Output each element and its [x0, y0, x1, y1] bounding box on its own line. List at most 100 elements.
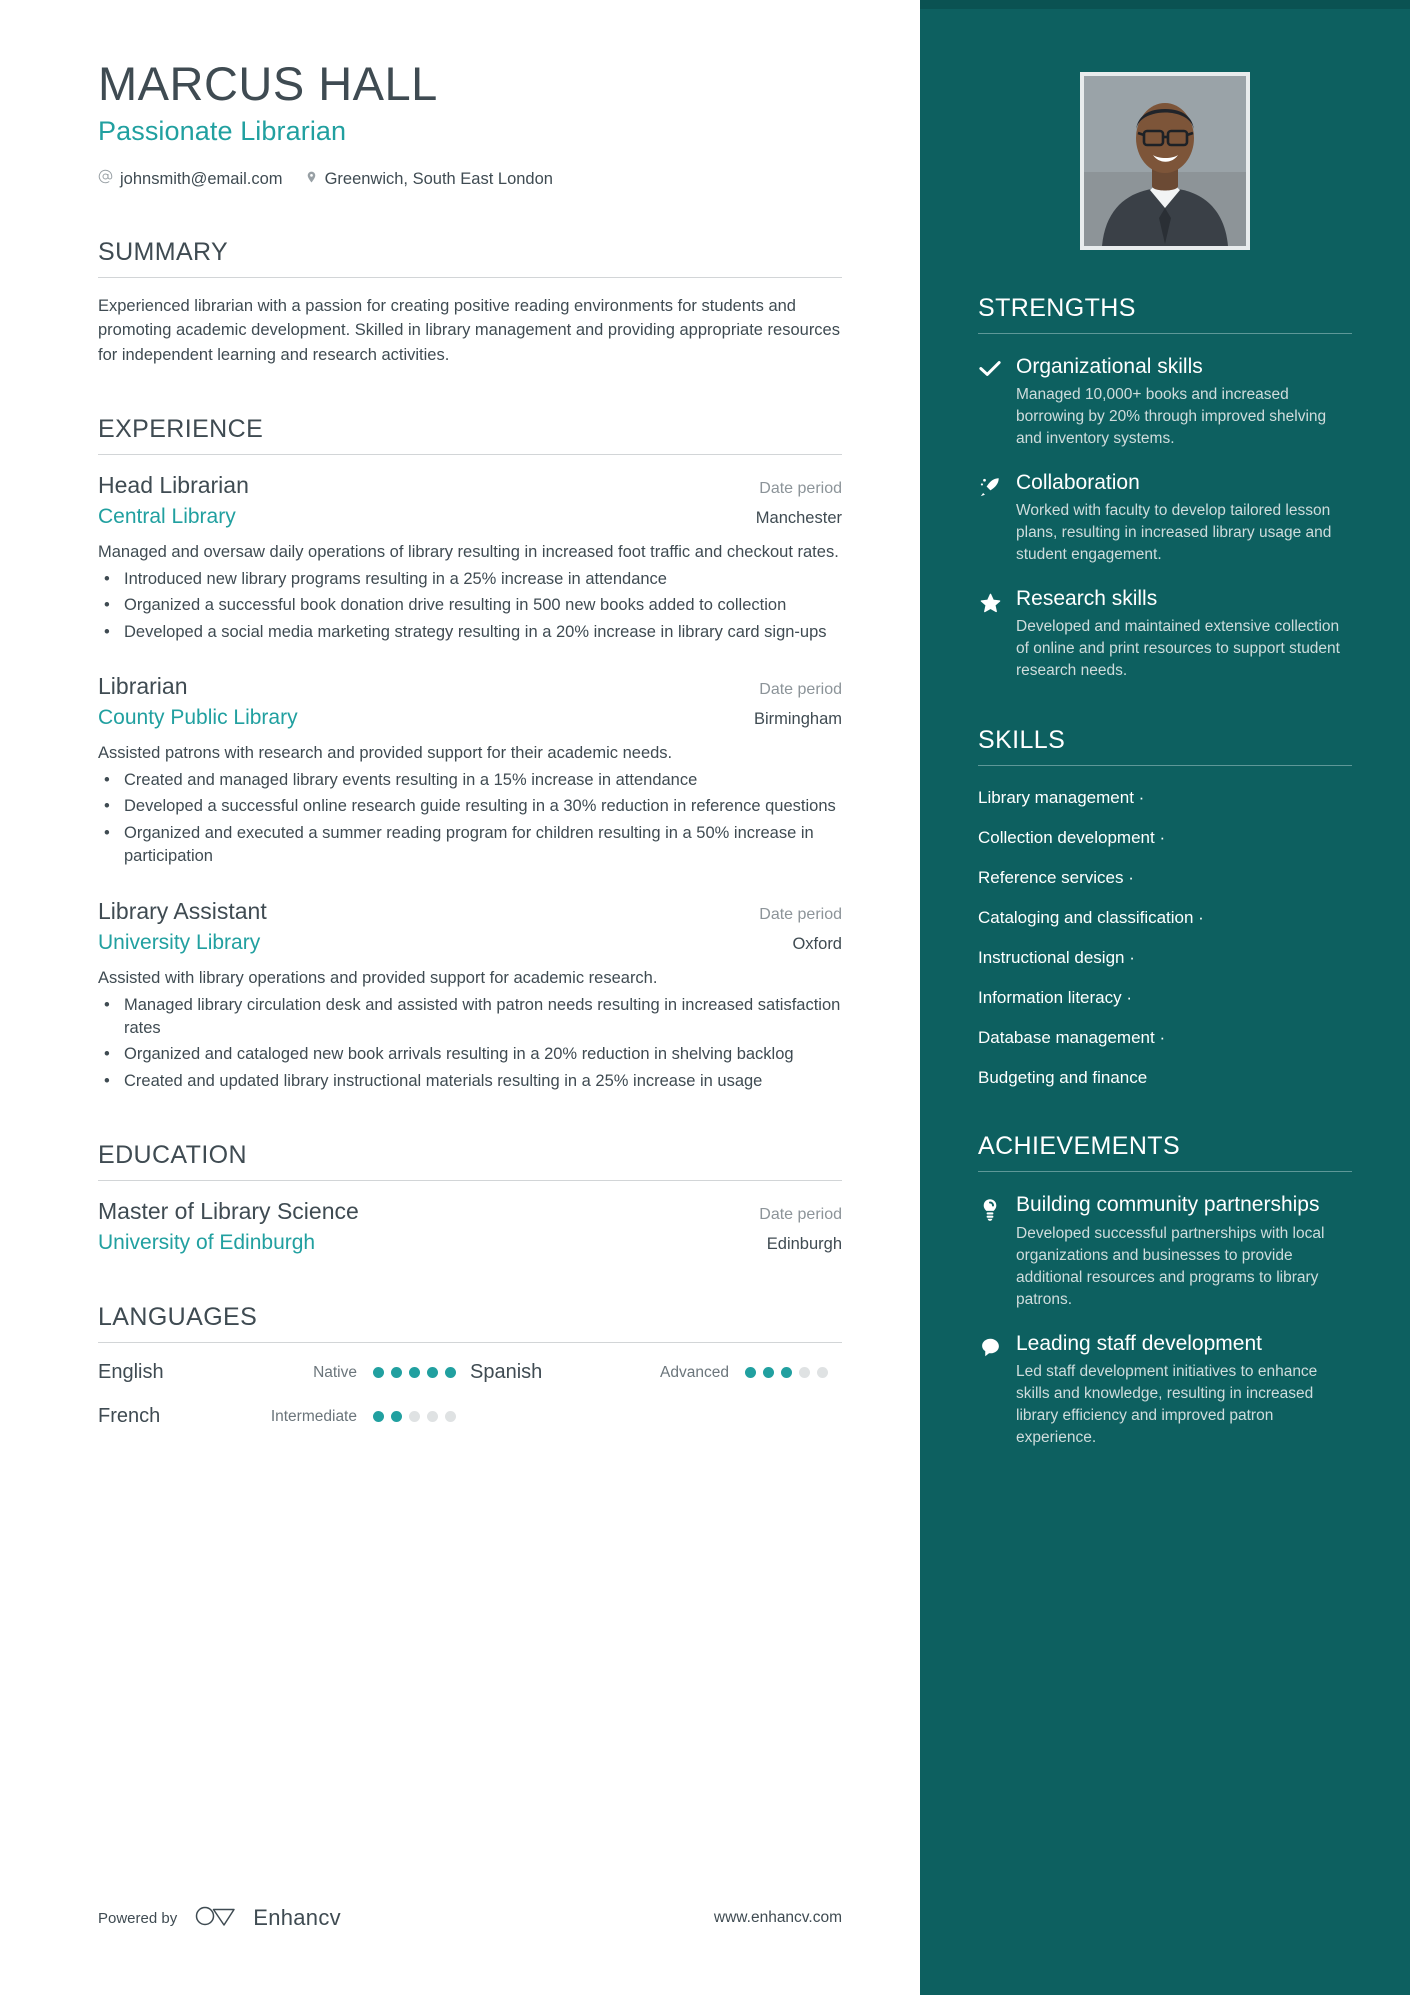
- contact-location: Greenwich, South East London: [305, 169, 553, 190]
- strength-title: Organizational skills: [1016, 355, 1203, 378]
- resume-page: MARCUS HALL Passionate Librarian johnsmi…: [0, 0, 1410, 1995]
- strength-title: Collaboration: [1016, 471, 1140, 495]
- rating-dot: [427, 1367, 438, 1379]
- bullet-item: • Created and managed library events resu…: [98, 769, 842, 792]
- bullet-item: • Organized and cataloged new book arriva…: [98, 1043, 842, 1066]
- section-achievements: ACHIEVEMENTS Building community partners…: [978, 1132, 1352, 1448]
- sidebar-top-accent: [920, 0, 1410, 9]
- entry-date: Date period: [759, 905, 842, 923]
- language-level: Native: [313, 1363, 357, 1381]
- bullet-marker: •: [104, 1045, 110, 1064]
- summary-heading: SUMMARY: [98, 237, 229, 266]
- language-item: Spanish Advanced: [470, 1361, 842, 1384]
- rating-dot: [817, 1367, 828, 1379]
- lightbulb-icon: [978, 1193, 1002, 1310]
- entry-date: Date period: [759, 479, 842, 497]
- languages-heading: LANGUAGES: [98, 1303, 258, 1332]
- entry-description: Assisted with library operations and pro…: [98, 968, 658, 987]
- strength-description: Developed and maintained extensive colle…: [1016, 618, 1340, 680]
- school-name: University of Edinburgh: [98, 1231, 316, 1255]
- entry-location: Oxford: [792, 934, 842, 953]
- education-entry: Master of Library Science Date period Un…: [98, 1181, 842, 1255]
- language-name: Spanish: [470, 1361, 543, 1384]
- bullet-text: Introduced new library programs resultin…: [124, 569, 667, 588]
- bullet-item: • Developed a successful online research …: [98, 795, 842, 818]
- divider: [978, 1171, 1352, 1173]
- bullet-item: • Managed library circulation desk and as…: [98, 994, 842, 1041]
- entry-role: Librarian: [98, 673, 188, 700]
- rating-dot: [409, 1411, 420, 1423]
- website-url[interactable]: www.enhancv.com: [714, 1909, 842, 1927]
- bullet-text: Organized and cataloged new book arrival…: [124, 1045, 794, 1064]
- skill-item: Database management ·: [978, 1028, 1166, 1048]
- strength-description: Worked with faculty to develop tailored …: [1016, 502, 1332, 564]
- bullet-marker: •: [104, 596, 110, 615]
- experience-entry: Head Librarian Date period Central Libra…: [98, 455, 842, 644]
- rating-dot: [799, 1367, 810, 1379]
- bullet-text: Organized and executed a summer reading …: [124, 823, 814, 866]
- strength-item: Collaboration Worked with faculty to dev…: [978, 471, 1352, 566]
- rating-dot: [391, 1367, 402, 1379]
- bullet-item: • Created and updated library instruction…: [98, 1070, 842, 1093]
- contact-email[interactable]: johnsmith@email.com: [98, 169, 283, 189]
- language-rating-dots: [745, 1367, 842, 1379]
- skill-item: Budgeting and finance: [978, 1068, 1148, 1088]
- bullet-marker: •: [104, 823, 110, 842]
- bullet-marker: •: [104, 995, 110, 1014]
- job-title: Passionate Librarian: [98, 115, 347, 146]
- skill-item: Information literacy ·: [978, 988, 1132, 1008]
- achievement-title: Building community partnerships: [1016, 1193, 1320, 1217]
- rating-dot: [763, 1367, 774, 1379]
- summary-text: Experienced librarian with a passion for…: [98, 296, 840, 364]
- bullet-marker: •: [104, 797, 110, 816]
- rating-dot: [409, 1367, 420, 1379]
- email-text: johnsmith@email.com: [120, 169, 283, 188]
- entry-location: Birmingham: [753, 710, 842, 729]
- achievement-item: Leading staff development Led staff deve…: [978, 1332, 1352, 1449]
- check-icon: [978, 355, 1002, 450]
- rating-dot: [745, 1367, 756, 1379]
- entry-location: Edinburgh: [766, 1235, 842, 1254]
- section-languages: LANGUAGES English Native Spanish Advance…: [98, 1303, 842, 1449]
- rating-dot: [373, 1411, 384, 1423]
- rating-dot: [445, 1367, 456, 1379]
- section-experience: EXPERIENCE Head Librarian Date period Ce…: [98, 415, 842, 1093]
- main-column: MARCUS HALL Passionate Librarian johnsmi…: [0, 0, 920, 1995]
- language-level: Intermediate: [270, 1407, 357, 1425]
- avatar-wrap: [978, 72, 1352, 250]
- rocket-icon: [978, 471, 1002, 566]
- brand-name: Enhancv: [253, 1905, 341, 1930]
- section-strengths: STRENGTHS Organizational skills Managed …: [978, 294, 1352, 682]
- bullet-item: • Introduced new library programs resulti…: [98, 568, 842, 591]
- skill-item: Library management ·: [978, 788, 1145, 808]
- rating-dot: [391, 1411, 402, 1423]
- bullet-text: Developed a successful online research g…: [124, 797, 836, 816]
- strength-description: Managed 10,000+ books and increased borr…: [1016, 386, 1327, 448]
- language-item: French Intermediate: [98, 1405, 470, 1428]
- skill-item: Reference services ·: [978, 868, 1134, 888]
- bullet-text: Organized a successful book donation dri…: [124, 596, 787, 615]
- powered-by-block: Powered by Enhancv: [98, 1903, 341, 1933]
- entry-date: Date period: [759, 1206, 842, 1224]
- language-rating-dots: [373, 1367, 470, 1379]
- section-summary: SUMMARY Experienced librarian with a pas…: [98, 238, 842, 367]
- achievements-heading: ACHIEVEMENTS: [978, 1132, 1181, 1161]
- bullet-text: Created and managed library events resul…: [124, 771, 698, 790]
- achievement-item: Building community partnerships Develope…: [978, 1193, 1352, 1310]
- entry-role: Head Librarian: [98, 471, 249, 498]
- page-title: MARCUS HALL: [98, 57, 438, 110]
- entry-description: Managed and oversaw daily operations of …: [98, 542, 839, 561]
- strength-item: Organizational skills Managed 10,000+ bo…: [978, 355, 1352, 450]
- language-name: French: [98, 1405, 161, 1428]
- achievement-title: Leading staff development: [1016, 1331, 1262, 1355]
- skill-item: Cataloging and classification ·: [978, 908, 1204, 928]
- rating-dot: [781, 1367, 792, 1379]
- powered-by-label: Powered by: [98, 1909, 178, 1927]
- speech-bubble-icon: [978, 1332, 1002, 1449]
- entry-description: Assisted patrons with research and provi…: [98, 744, 673, 763]
- bullet-item: • Developed a social media marketing stra…: [98, 621, 842, 644]
- contact-row: johnsmith@email.com Greenwich, South Eas…: [98, 169, 842, 190]
- bullet-marker: •: [104, 569, 110, 588]
- skill-item: Collection development ·: [978, 828, 1166, 848]
- bullet-marker: •: [104, 771, 110, 790]
